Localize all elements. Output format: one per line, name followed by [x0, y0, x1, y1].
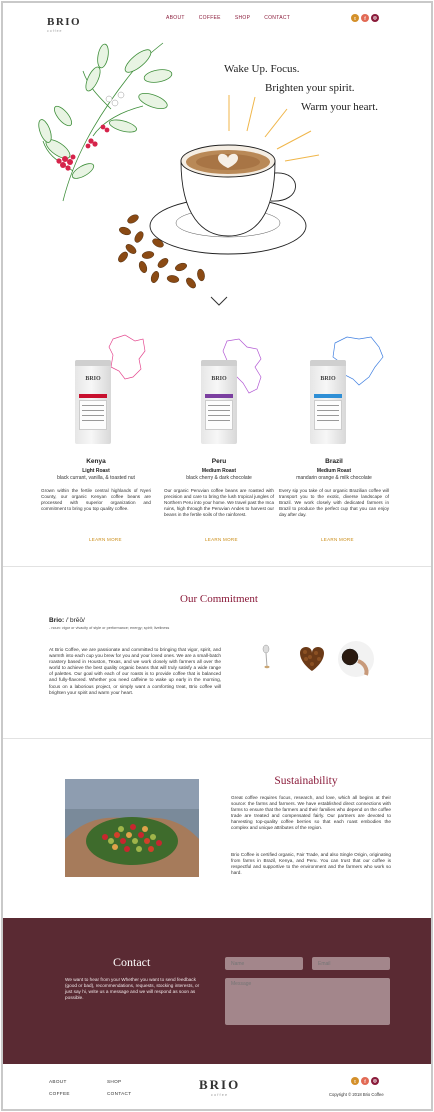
footer-link-about[interactable]: ABOUT	[49, 1079, 67, 1084]
brand-name: BRIO	[47, 16, 82, 28]
sustainability-paragraph-1: Great coffee requires focus, research, a…	[231, 795, 391, 831]
nav-coffee[interactable]: COFFEE	[199, 15, 221, 21]
nav-about[interactable]: ABOUT	[166, 15, 185, 21]
espresso-cup-icon	[338, 641, 374, 677]
product-card-kenya: Kenya Light Roast black currant, vanilla…	[41, 458, 151, 512]
footer-logo[interactable]: BRIO coffee	[199, 1077, 240, 1097]
brio-definition: Brio: /ˈbrēō/	[49, 617, 85, 624]
site-header: BRIO coffee ABOUT COFFEE SHOP CONTACT t …	[3, 3, 431, 33]
hero-line-1: Wake Up. Focus.	[224, 63, 300, 75]
footer-link-contact[interactable]: CONTACT	[107, 1091, 131, 1096]
header-social: t f ◎	[349, 14, 379, 22]
product-card-brazil: Brazil Medium Roast mandarin orange & mi…	[279, 458, 389, 518]
instagram-icon[interactable]: ◎	[371, 14, 379, 22]
commitment-images	[262, 641, 374, 677]
product-description: Grown within the fertile central highlan…	[41, 488, 151, 512]
contact-heading: Contact	[113, 955, 151, 969]
footer-brand-name: BRIO	[199, 1077, 241, 1092]
facebook-icon[interactable]: f	[361, 14, 369, 22]
brand-logo[interactable]: BRIO coffee	[47, 12, 81, 33]
learn-more-kenya-link[interactable]: LEARN MORE	[89, 537, 122, 542]
commitment-body: At Brio Coffee, we are passionate and co…	[49, 647, 221, 695]
product-name: Peru	[211, 458, 227, 465]
brio-pronunciation: /ˈbrēō/	[65, 617, 85, 624]
brio-meaning: - noun: vigor or vivacity of style or pe…	[49, 626, 170, 630]
coffee-plant-icon	[38, 42, 173, 202]
product-notes: black cherry & dark chocolate	[186, 475, 252, 481]
product-name: Kenya	[86, 458, 106, 465]
coffee-harvest-photo	[65, 779, 199, 877]
product-roast: Medium Roast	[316, 468, 352, 474]
product-notes: black currant, vanilla, & toasted nut	[57, 475, 135, 481]
peru-coffee-bag[interactable]: BRIO	[201, 360, 237, 444]
product-notes: mandarin orange & milk chocolate	[296, 475, 372, 481]
learn-more-brazil-link[interactable]: LEARN MORE	[321, 537, 354, 542]
product-roast: Medium Roast	[201, 468, 237, 474]
instagram-icon[interactable]: ◎	[371, 1077, 379, 1085]
hero-line-3: Warm your heart.	[301, 101, 378, 113]
facebook-icon[interactable]: f	[361, 1077, 369, 1085]
bean-heart-icon	[300, 647, 324, 671]
contact-body: We want to hear from you! Whether you wa…	[65, 977, 200, 1000]
footer-link-shop[interactable]: SHOP	[107, 1079, 121, 1084]
sustainability-paragraph-2: Brio Coffee is certified organic, Fair T…	[231, 852, 391, 876]
nav-contact[interactable]: CONTACT	[264, 15, 290, 21]
product-card-peru: Peru Medium Roast black cherry & dark ch…	[164, 458, 274, 518]
footer-brand-tagline: coffee	[210, 1093, 229, 1097]
twitter-icon[interactable]: t	[351, 14, 359, 22]
product-description: Every sip you take of our organic Brazil…	[279, 488, 389, 518]
section-divider	[3, 738, 431, 739]
bag-brand: BRIO	[85, 376, 101, 382]
main-nav: ABOUT COFFEE SHOP CONTACT	[166, 15, 304, 21]
product-roast: Light Roast	[82, 468, 110, 474]
copyright: Copyright © 2018 Brio Coffee	[329, 1092, 384, 1097]
bag-brand: BRIO	[320, 376, 336, 382]
section-divider	[3, 566, 431, 567]
product-name: Brazil	[325, 458, 343, 465]
kenya-coffee-bag[interactable]: BRIO	[75, 360, 111, 444]
product-description: Our organic Peruvian coffee beans are ro…	[164, 488, 274, 518]
name-field[interactable]	[225, 957, 303, 970]
bag-brand: BRIO	[211, 376, 227, 382]
brio-word: Brio:	[49, 617, 65, 624]
email-field[interactable]	[312, 957, 390, 970]
twitter-icon[interactable]: t	[351, 1077, 359, 1085]
commitment-heading: Our Commitment	[180, 593, 258, 605]
sustainability-heading: Sustainability	[274, 775, 338, 787]
spoon-icon	[262, 644, 270, 669]
message-field[interactable]	[225, 978, 390, 1025]
footer-social: t f ◎	[349, 1077, 379, 1085]
hero-illustration	[38, 42, 320, 289]
nav-shop[interactable]: SHOP	[235, 15, 250, 21]
kenya-map-icon	[108, 334, 146, 380]
learn-more-peru-link[interactable]: LEARN MORE	[205, 537, 238, 542]
footer-link-coffee[interactable]: COFFEE	[49, 1091, 70, 1096]
page: BRIO coffee ABOUT COFFEE SHOP CONTACT t …	[1, 1, 433, 1111]
hero-line-2: Brighten your spirit.	[265, 82, 355, 94]
brazil-coffee-bag[interactable]: BRIO	[310, 360, 346, 444]
scroll-down-chevron-icon[interactable]	[210, 296, 228, 306]
